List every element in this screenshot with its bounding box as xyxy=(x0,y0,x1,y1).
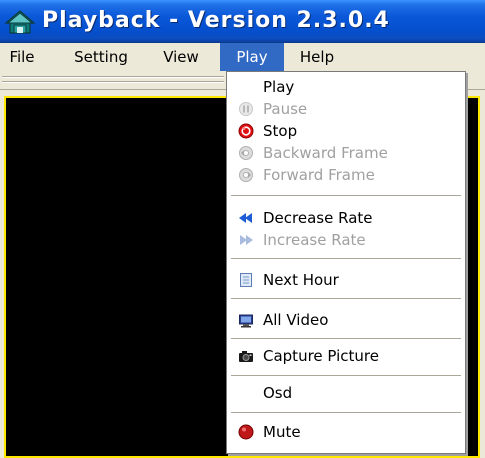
menu-item-label: Play xyxy=(263,78,295,96)
menu-separator xyxy=(231,375,461,376)
menu-item-capture-picture[interactable]: Capture Picture xyxy=(229,345,463,367)
menu-item-label: All Video xyxy=(263,311,329,329)
menu-view[interactable]: View xyxy=(150,43,212,71)
menu-separator xyxy=(231,195,461,196)
menu-separator xyxy=(231,258,461,259)
title-bar[interactable]: Playback - Version 2.3.0.4 xyxy=(0,0,485,43)
menu-item-label: Decrease Rate xyxy=(263,209,373,227)
monitor-icon xyxy=(239,314,253,328)
menu-item-increase-rate[interactable]: Increase Rate xyxy=(229,229,463,251)
menu-separator xyxy=(231,298,461,299)
menu-item-label: Osd xyxy=(263,384,293,402)
backward-frame-icon xyxy=(239,146,253,160)
forward-frame-icon xyxy=(239,168,253,182)
menu-setting[interactable]: Setting xyxy=(60,43,142,71)
menu-item-all-video[interactable]: All Video xyxy=(229,309,463,331)
menu-item-play[interactable]: Play xyxy=(229,76,463,98)
menu-item-label: Stop xyxy=(263,122,298,140)
camera-icon xyxy=(239,351,253,362)
document-icon xyxy=(240,273,252,287)
menu-item-label: Capture Picture xyxy=(263,347,379,365)
increase-rate-icon xyxy=(240,235,253,245)
menu-item-backward-frame[interactable]: Backward Frame xyxy=(229,142,463,164)
menu-separator xyxy=(231,338,461,339)
play-menu-dropdown: Play Pause Stop Backward Frame Forward F… xyxy=(226,71,466,454)
window-title: Playback - Version 2.3.0.4 xyxy=(42,8,390,33)
menu-item-label: Increase Rate xyxy=(263,231,366,249)
pause-icon xyxy=(239,102,253,116)
menu-item-label: Backward Frame xyxy=(263,144,388,162)
app-icon xyxy=(4,10,36,34)
menu-file[interactable]: File xyxy=(0,43,44,71)
mute-icon xyxy=(238,424,254,440)
menu-separator xyxy=(231,412,461,413)
menu-item-forward-frame[interactable]: Forward Frame xyxy=(229,164,463,186)
menu-item-decrease-rate[interactable]: Decrease Rate xyxy=(229,207,463,229)
menu-item-osd[interactable]: Osd xyxy=(229,382,463,404)
menu-bar: File Setting View Play Help xyxy=(0,43,485,71)
menu-item-label: Mute xyxy=(263,423,301,441)
menu-item-label: Forward Frame xyxy=(263,166,375,184)
menu-item-mute[interactable]: Mute xyxy=(229,421,463,443)
menu-item-stop[interactable]: Stop xyxy=(229,120,463,142)
menu-item-next-hour[interactable]: Next Hour xyxy=(229,269,463,291)
toolbar-divider xyxy=(2,76,224,78)
menu-item-label: Next Hour xyxy=(263,271,339,289)
menu-item-pause[interactable]: Pause xyxy=(229,98,463,120)
menu-help[interactable]: Help xyxy=(290,43,344,71)
menu-play[interactable]: Play xyxy=(220,43,284,71)
decrease-rate-icon xyxy=(239,213,252,223)
menu-item-label: Pause xyxy=(263,100,308,118)
toolbar-divider xyxy=(2,81,224,83)
stop-icon xyxy=(238,123,254,139)
